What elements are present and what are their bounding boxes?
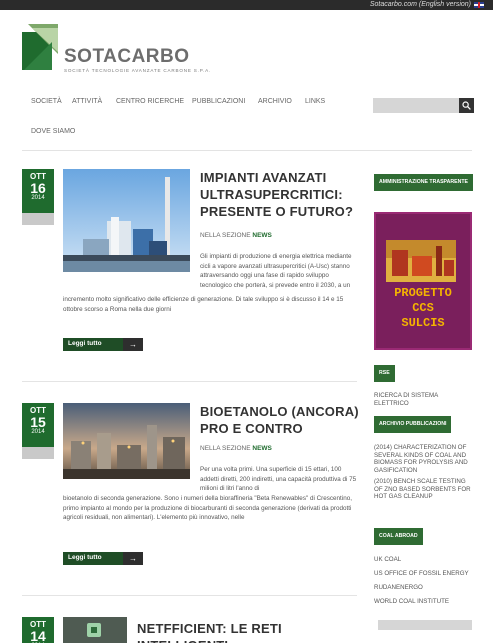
archivio-pubblicazioni-label[interactable]: ARCHIVIO PUBBLICAZIONI	[374, 416, 452, 433]
arrow-right-icon: →	[123, 338, 143, 351]
date-badge: OTT 16 2014	[22, 169, 54, 225]
nav-item-dove-siamo[interactable]: DOVE SIAMO	[31, 128, 75, 135]
nav-item-archivio[interactable]: ARCHIVIO	[258, 98, 292, 105]
search-box	[373, 98, 474, 113]
nav-item-pubblicazioni[interactable]: PUBBLICAZIONI	[192, 98, 245, 105]
read-more-button[interactable]: Leggi tutto →	[63, 552, 143, 565]
section-prefix: NELLA SEZIONE	[200, 232, 251, 239]
search-button[interactable]	[459, 98, 474, 113]
site-logo[interactable]: SOTACARBO SOCIETÀ TECNOLOGIE AVANZATE CA…	[22, 24, 222, 76]
logo-mark-icon	[22, 24, 58, 70]
nav-item-links[interactable]: LINKS	[305, 98, 325, 105]
logo-name: SOTACARBO	[64, 46, 190, 67]
date-badge: OTT 14 2014	[22, 617, 54, 643]
coal-link-rudanenergo[interactable]: RUDANENERGO	[374, 584, 474, 592]
article-excerpt: Gli impianti di produzione di energia el…	[200, 253, 352, 289]
arrow-right-icon: →	[123, 552, 143, 565]
news-article: OTT 16 2014 IMPIANTI AVANZATI ULTRASUPER…	[22, 169, 360, 382]
article-title[interactable]: BIOETANOLO (ANCORA) PRO E CONTRO	[200, 403, 360, 437]
english-version-link[interactable]: Sotacarbo.com (English version)	[370, 0, 471, 10]
coal-link-us[interactable]: US OFFICE OF FOSSIL ENERGY	[374, 570, 474, 578]
date-day: 16	[30, 180, 46, 196]
amministrazione-trasparente-button[interactable]: AMMINISTRAZIONE TRASPARENTE	[374, 174, 473, 191]
coal-abroad-label[interactable]: COAL ABROAD	[374, 528, 423, 545]
banner-factory-image	[386, 240, 456, 282]
date-day: 15	[30, 414, 46, 430]
date-year: 2014	[31, 429, 45, 435]
rse-label[interactable]: RSE	[374, 365, 395, 382]
article-section: NELLA SEZIONE NEWS	[200, 232, 272, 239]
top-bar: Sotacarbo.com (English version)	[0, 0, 493, 10]
article-image[interactable]	[63, 403, 190, 479]
date-badge: OTT 15 2014	[22, 403, 54, 459]
article-excerpt-continued: incremento molto significativo delle eff…	[63, 296, 344, 313]
article-excerpt-continued: bioetanolo di seconda generazione. Sono …	[63, 495, 352, 522]
rse-link[interactable]: RICERCA DI SISTEMA ELETTRICO	[374, 392, 474, 407]
section-link[interactable]: NEWS	[252, 232, 272, 239]
banner-line-3: SULCIS	[401, 316, 445, 330]
archivio-item[interactable]: (2010) BENCH SCALE TESTING OF ZNO BASED …	[374, 478, 474, 501]
article-excerpt: Per una volta primi. Una superficie di 1…	[200, 466, 357, 493]
uk-flag-icon[interactable]	[474, 2, 484, 8]
news-article: OTT 14 2014 NETFFICIENT: LE RETI INTELLI…	[22, 617, 357, 643]
banner-text: PROGETTO CCS SULCIS	[376, 286, 470, 331]
read-more-button[interactable]: Leggi tutto →	[63, 338, 143, 351]
news-article: OTT 15 2014 BIOETANOLO (ANCORA) PRO E CO…	[22, 403, 360, 596]
section-prefix: NELLA SEZIONE	[200, 445, 251, 452]
article-separator	[22, 381, 357, 382]
coal-link-wci[interactable]: WORLD COAL INSTITUTE	[374, 598, 474, 606]
date-day: 14	[30, 628, 46, 643]
nav-item-attivita[interactable]: ATTIVITÀ	[72, 98, 102, 105]
nav-item-societa[interactable]: SOCIETÀ	[31, 98, 62, 105]
section-link[interactable]: NEWS	[252, 445, 272, 452]
search-icon	[462, 101, 471, 110]
nav-item-centro-ricerche[interactable]: CENTRO RICERCHE	[116, 98, 184, 105]
header-divider	[22, 150, 472, 151]
article-title[interactable]: IMPIANTI AVANZATI ULTRASUPERCRITICI: PRE…	[200, 169, 360, 220]
read-more-label: Leggi tutto	[68, 554, 102, 561]
archivio-item[interactable]: (2014) CHARACTERIZATION OF SEVERAL KINDS…	[374, 444, 474, 474]
article-title[interactable]: NETFFICIENT: LE RETI INTELLIGENTI	[137, 620, 357, 643]
article-image[interactable]	[63, 617, 127, 643]
banner-line-2: CCS	[412, 301, 434, 315]
article-image[interactable]	[63, 169, 190, 272]
progetto-ccs-sulcis-banner[interactable]: PROGETTO CCS SULCIS	[374, 212, 472, 350]
article-section: NELLA SEZIONE NEWS	[200, 445, 272, 452]
coal-link-uk[interactable]: UK COAL	[374, 556, 474, 564]
logo-subtitle: SOCIETÀ TECNOLOGIE AVANZATE CARBONE S.P.…	[64, 68, 212, 73]
banner-line-1: PROGETTO	[394, 286, 452, 300]
search-input[interactable]	[373, 98, 459, 113]
article-separator	[22, 595, 357, 596]
read-more-label: Leggi tutto	[68, 340, 102, 347]
sidebar-scroll-bar[interactable]	[378, 620, 472, 630]
date-year: 2014	[31, 195, 45, 201]
